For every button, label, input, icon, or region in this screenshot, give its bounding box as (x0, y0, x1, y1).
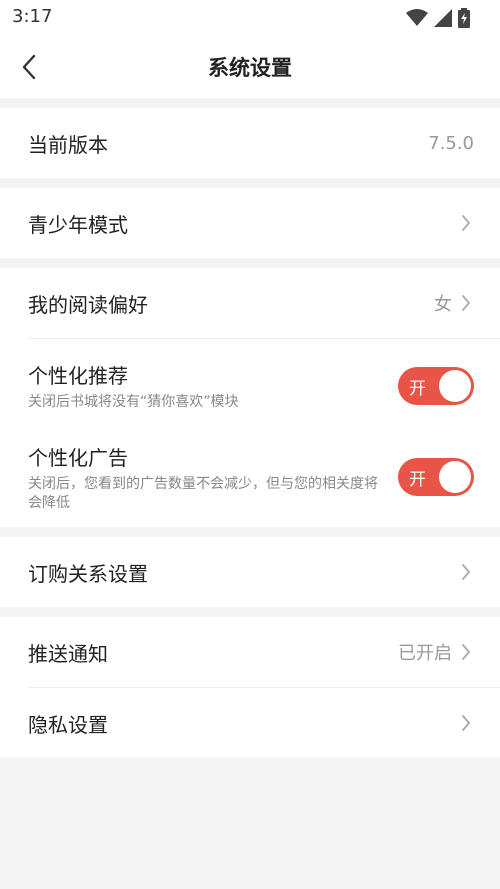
version-value: 7.5.0 (428, 132, 474, 154)
toggle-knob (439, 370, 471, 402)
personal-rec-sub: 关闭后书城将没有“猜你喜欢”模块 (28, 394, 239, 410)
youth-group: 青少年模式 (0, 188, 500, 258)
wifi-icon (406, 9, 428, 26)
personal-ad-row: 个性化广告 关闭后，您看到的广告数量不会减少，但与您的相关度将会降低 开 (0, 433, 500, 527)
status-bar: 3:17 (0, 0, 500, 36)
chevron-right-icon (458, 713, 474, 733)
subscription-label: 订购关系设置 (28, 561, 148, 586)
app-header: 系统设置 (0, 36, 500, 98)
page-title: 系统设置 (208, 56, 292, 80)
personal-rec-toggle[interactable]: 开 (398, 367, 474, 405)
reading-pref-label: 我的阅读偏好 (28, 292, 148, 317)
toggle-label: 开 (409, 379, 426, 399)
subscription-row[interactable]: 订购关系设置 (0, 537, 500, 607)
version-row: 当前版本 7.5.0 (0, 108, 500, 178)
reading-pref-row[interactable]: 我的阅读偏好 女 (0, 268, 500, 338)
subscription-group: 订购关系设置 (0, 537, 500, 607)
personal-ad-sub: 关闭后，您看到的广告数量不会减少，但与您的相关度将会降低 (28, 475, 378, 511)
push-row[interactable]: 推送通知 已开启 (0, 617, 500, 687)
version-group: 当前版本 7.5.0 (0, 108, 500, 178)
privacy-label: 隐私设置 (28, 712, 108, 737)
privacy-row[interactable]: 隐私设置 (0, 688, 500, 758)
notification-group: 推送通知 已开启 隐私设置 (0, 617, 500, 758)
chevron-right-icon (458, 562, 474, 582)
toggle-label: 开 (409, 470, 426, 490)
chevron-right-icon (458, 213, 474, 233)
youth-mode-row[interactable]: 青少年模式 (0, 188, 500, 258)
personal-rec-label: 个性化推荐 (28, 364, 128, 388)
signal-icon (434, 9, 452, 27)
toggle-knob (439, 461, 471, 493)
reading-pref-value: 女 (434, 294, 452, 315)
personal-rec-row: 个性化推荐 关闭后书城将没有“猜你喜欢”模块 开 (0, 339, 500, 433)
preference-group: 我的阅读偏好 女 个性化推荐 关闭后书城将没有“猜你喜欢”模块 开 个性化广告 … (0, 268, 500, 527)
battery-icon (458, 8, 470, 28)
chevron-right-icon (458, 293, 474, 313)
push-label: 推送通知 (28, 641, 108, 666)
personal-ad-toggle[interactable]: 开 (398, 458, 474, 496)
push-value: 已开启 (398, 643, 452, 664)
youth-mode-label: 青少年模式 (28, 212, 128, 237)
personal-ad-label: 个性化广告 (28, 445, 128, 470)
chevron-right-icon (458, 642, 474, 662)
status-icons (406, 8, 470, 28)
version-label: 当前版本 (28, 132, 108, 157)
status-time: 3:17 (12, 6, 53, 27)
